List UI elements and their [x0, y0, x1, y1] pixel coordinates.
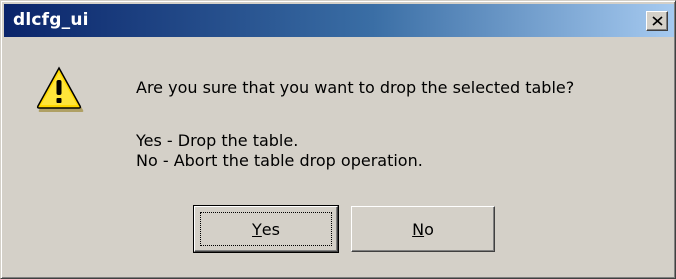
yes-explanation: Yes - Drop the table. — [136, 131, 299, 150]
confirmation-question: Are you sure that you want to drop the s… — [136, 78, 575, 97]
yes-mnemonic: Y — [252, 219, 262, 239]
close-icon — [652, 16, 663, 26]
no-label-rest: o — [424, 219, 434, 239]
no-explanation: No - Abort the table drop operation. — [136, 151, 423, 170]
close-button[interactable] — [646, 11, 668, 31]
yes-button[interactable]: Yes — [193, 205, 339, 253]
no-button[interactable]: No — [351, 206, 495, 252]
no-mnemonic: N — [412, 219, 425, 239]
warning-icon — [36, 66, 84, 112]
yes-label-rest: es — [261, 219, 280, 239]
message-dialog: dlcfg_ui Are you sure that you want to d… — [0, 0, 676, 279]
window-title: dlcfg_ui — [13, 10, 89, 30]
title-bar[interactable]: dlcfg_ui — [4, 4, 674, 37]
